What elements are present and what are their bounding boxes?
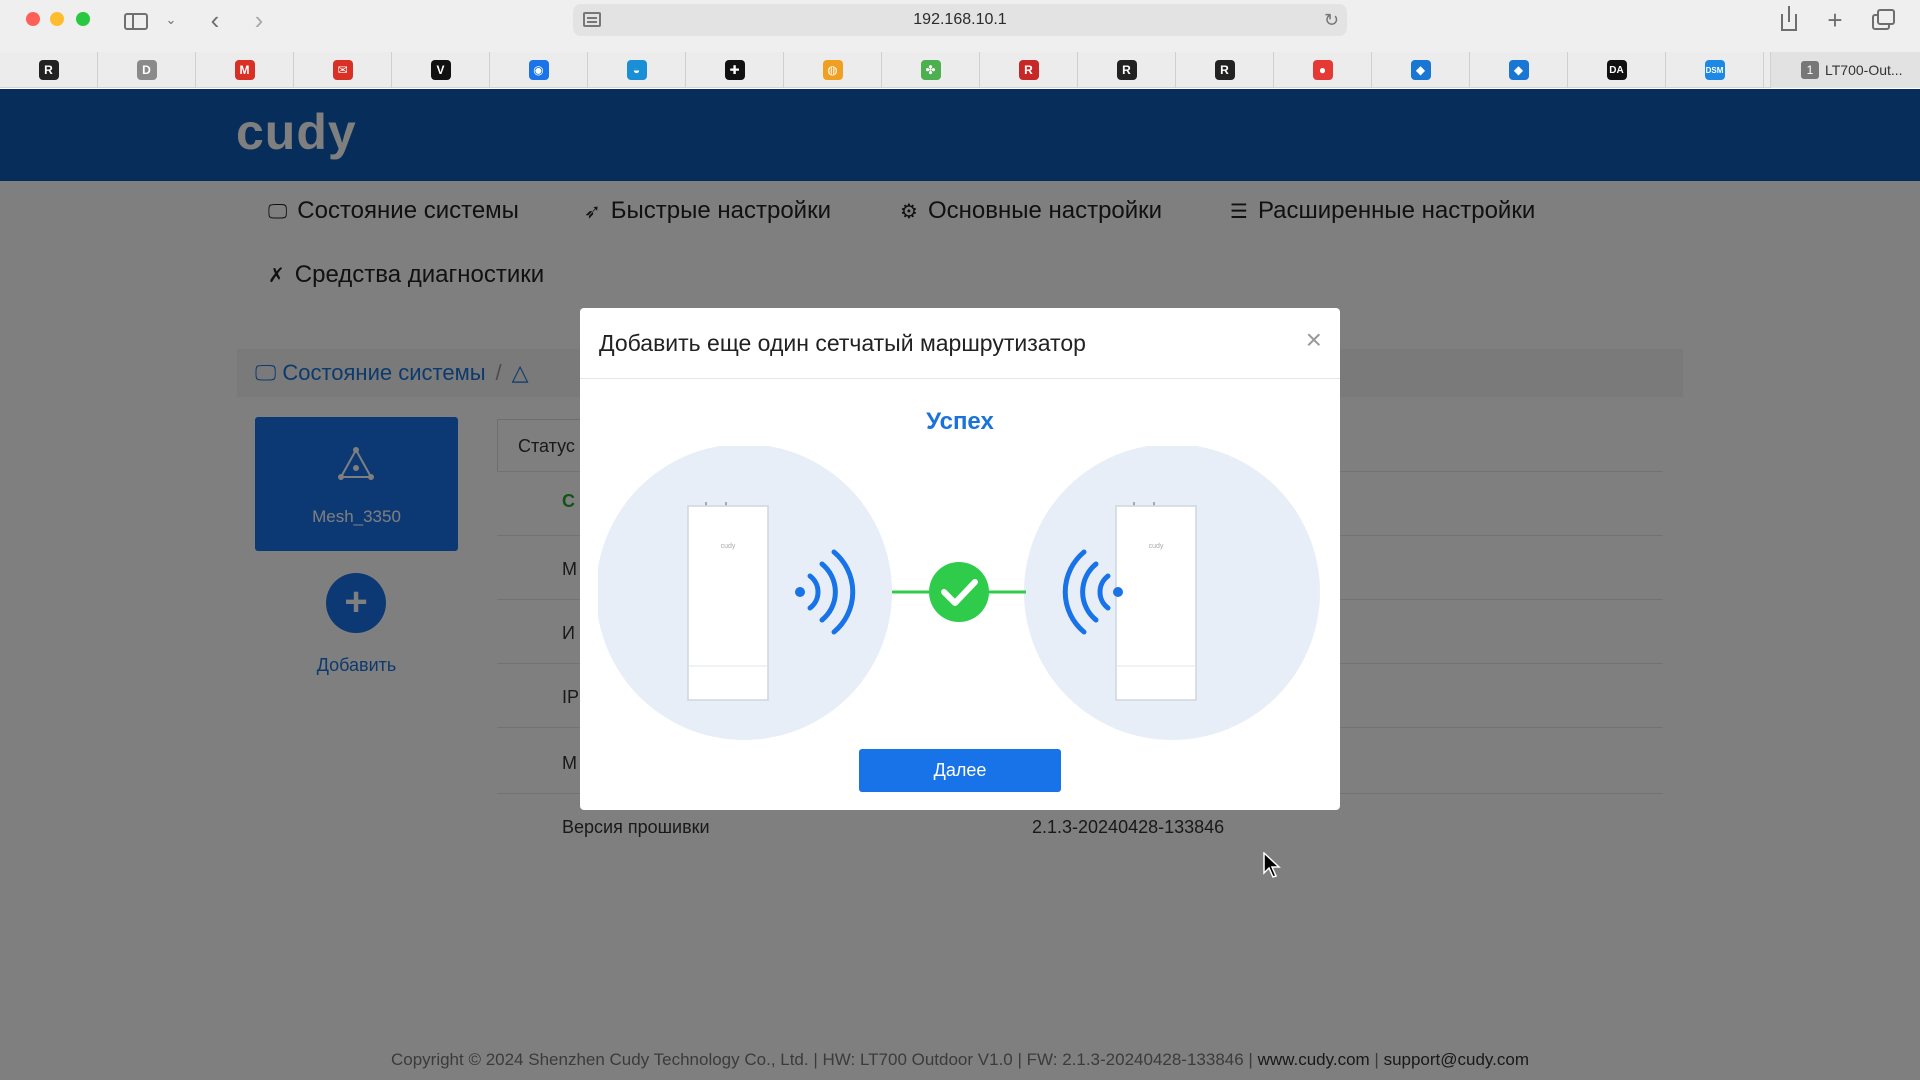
- add-mesh-router-modal: Добавить еще один сетчатый маршрутизатор…: [580, 308, 1340, 810]
- url-text[interactable]: 192.168.10.1: [573, 4, 1347, 36]
- bird-icon: ◆: [1410, 60, 1431, 80]
- new-tab-icon[interactable]: +: [1822, 6, 1848, 34]
- modal-title: Добавить еще один сетчатый маршрутизатор: [599, 330, 1086, 356]
- left-router-device: cudy: [687, 502, 769, 701]
- address-bar[interactable]: 192.168.10.1 ↻: [573, 4, 1347, 36]
- r-red-icon: R: [1018, 60, 1039, 80]
- favorite-plus-circle-icon[interactable]: ✚: [686, 52, 784, 88]
- d-icon: D: [136, 60, 157, 80]
- plus-circle-icon: ✚: [724, 60, 745, 80]
- favorite-r-icon[interactable]: R: [1078, 52, 1176, 88]
- browser-titlebar: ⌄ ‹ › 192.168.10.1 ↻ +: [0, 0, 1920, 52]
- favorite-bird-icon[interactable]: ◆: [1470, 52, 1568, 88]
- r-icon: R: [38, 60, 59, 80]
- tab-count-badge: 1: [1801, 61, 1819, 79]
- success-text: Успех: [926, 408, 994, 435]
- modal-divider: [580, 378, 1340, 379]
- favorite-r-icon[interactable]: R: [1176, 52, 1274, 88]
- favorites-bar: R D M ✉ V ◉ ◒ ✚ ◍ ✤ R R R ● ◆ ◆ DA DSM 1 LT700-Out...: [0, 52, 1920, 88]
- right-router-device: cudy: [1115, 502, 1197, 701]
- chat-icon: ◉: [528, 60, 549, 80]
- next-button[interactable]: Далее: [859, 749, 1061, 792]
- red-dot-icon: ●: [1312, 60, 1333, 80]
- cloud-icon: ◒: [626, 60, 647, 80]
- favorite-bird-icon[interactable]: ◆: [1372, 52, 1470, 88]
- globe-icon: ◍: [822, 60, 843, 80]
- active-tab[interactable]: 1 LT700-Out...: [1770, 52, 1920, 88]
- favorite-r-icon[interactable]: R: [0, 52, 98, 88]
- favorite-pinwheel-icon[interactable]: ✤: [882, 52, 980, 88]
- device-brand-label: cudy: [1149, 543, 1164, 550]
- close-icon[interactable]: ×: [1306, 324, 1322, 356]
- favorite-globe-icon[interactable]: ◍: [784, 52, 882, 88]
- device-brand-label: cudy: [721, 543, 736, 550]
- da-icon: DA: [1606, 60, 1627, 80]
- tab-title: LT700-Out...: [1825, 62, 1903, 78]
- sidebar-toggle-icon[interactable]: [122, 6, 150, 34]
- r-icon: R: [1214, 60, 1235, 80]
- back-arrow-icon[interactable]: ‹: [204, 6, 226, 34]
- favorite-d-icon[interactable]: D: [98, 52, 196, 88]
- favorite-chat-icon[interactable]: ◉: [490, 52, 588, 88]
- favorite-gmail-icon[interactable]: M: [196, 52, 294, 88]
- zoom-window-button[interactable]: [76, 12, 90, 26]
- v-icon: V: [430, 60, 451, 80]
- gmail-icon: M: [234, 60, 255, 80]
- favorite-mail-icon[interactable]: ✉: [294, 52, 392, 88]
- mesh-connection-illustration: cudy cudy: [598, 446, 1320, 740]
- favorite-cloud-icon[interactable]: ◒: [588, 52, 686, 88]
- close-window-button[interactable]: [26, 12, 40, 26]
- share-icon[interactable]: [1776, 6, 1802, 34]
- mail-icon: ✉: [332, 60, 353, 80]
- favorite-dsm-icon[interactable]: DSM: [1666, 52, 1764, 88]
- pinwheel-icon: ✤: [920, 60, 941, 80]
- favorite-da-icon[interactable]: DA: [1568, 52, 1666, 88]
- r-icon: R: [1116, 60, 1137, 80]
- favorite-v-icon[interactable]: V: [392, 52, 490, 88]
- chevron-down-icon[interactable]: ⌄: [160, 6, 182, 34]
- bird-icon: ◆: [1508, 60, 1529, 80]
- dsm-icon: DSM: [1704, 60, 1725, 80]
- reload-icon[interactable]: ↻: [1324, 4, 1339, 36]
- minimize-window-button[interactable]: [50, 12, 64, 26]
- tab-overview-icon[interactable]: [1870, 6, 1898, 34]
- favorite-red-dot-icon[interactable]: ●: [1274, 52, 1372, 88]
- mouse-cursor-icon: [1263, 852, 1281, 878]
- favorite-r-red-icon[interactable]: R: [980, 52, 1078, 88]
- success-check-icon: [929, 562, 989, 622]
- forward-arrow-icon[interactable]: ›: [248, 6, 270, 34]
